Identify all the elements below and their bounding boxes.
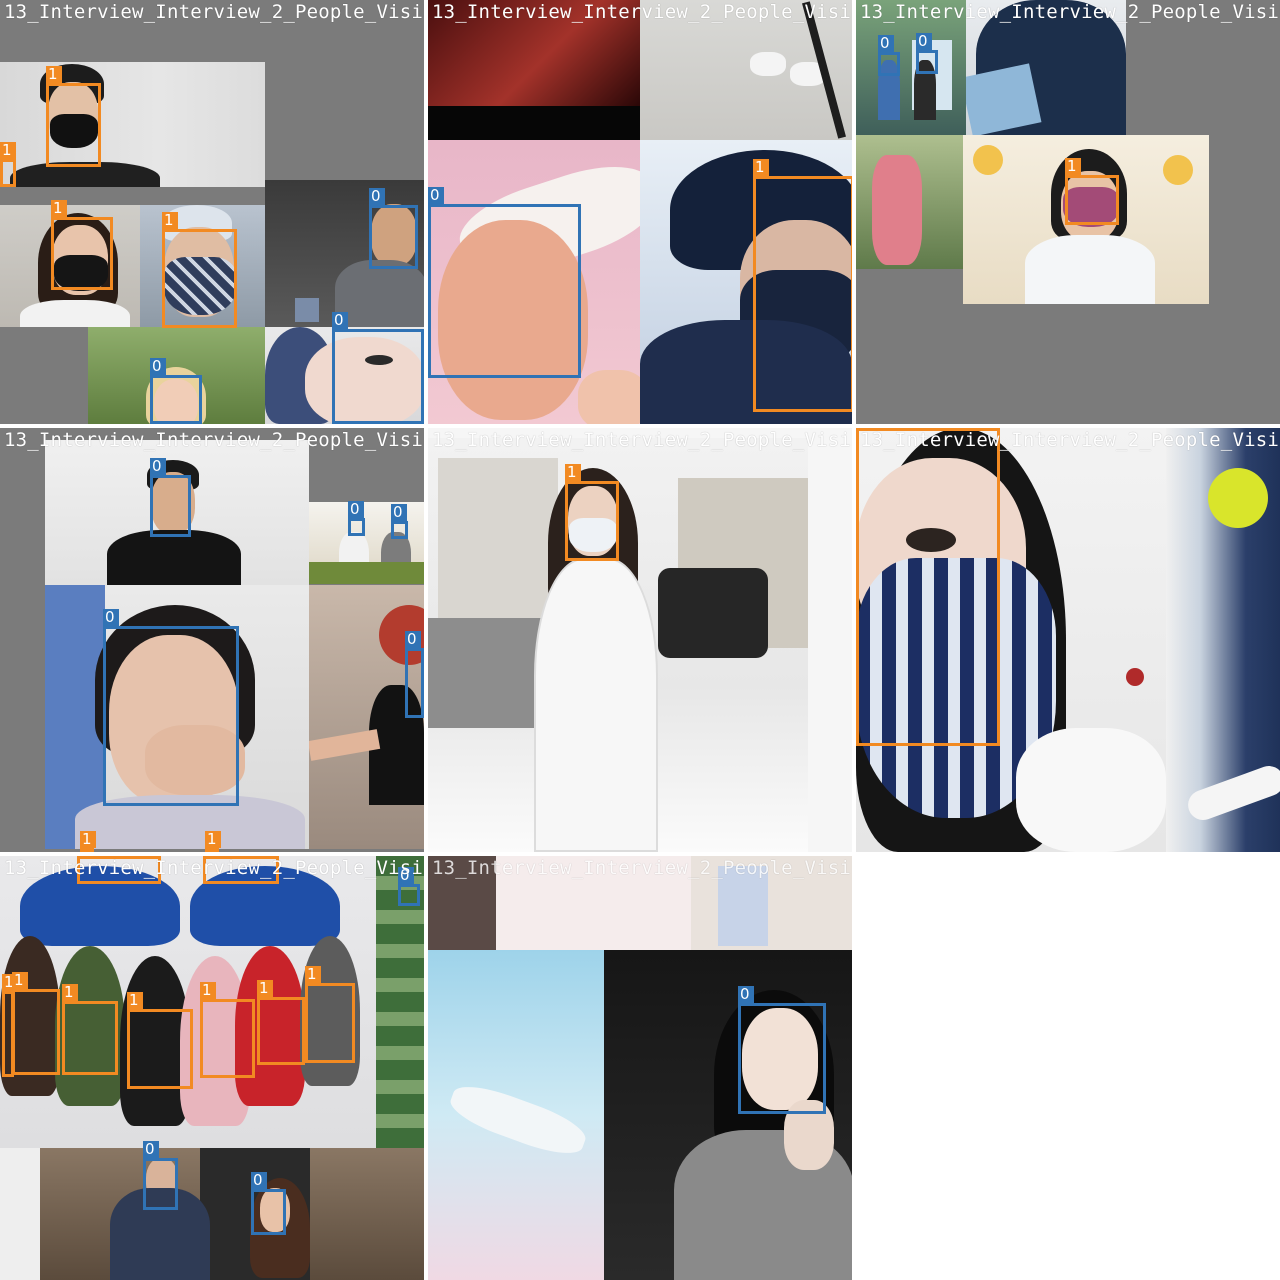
photo-woman-night — [604, 950, 852, 1280]
photo-underwater — [428, 950, 604, 1280]
label-masked: 1 — [80, 831, 96, 848]
photo-royal-couple — [40, 1148, 424, 1280]
label-face: 0 — [150, 358, 166, 375]
tile-caption: 13_Interview_Interview_2_People_Visible_ — [860, 429, 1280, 451]
label-face: 0 — [391, 504, 407, 521]
label-masked: 1 — [51, 200, 67, 217]
mosaic-tile-5: 13_Interview_Interview_2_People_Visible_… — [428, 428, 852, 852]
tile-caption: 13_Interview_Interview_2_People_Visible_ — [4, 857, 424, 879]
photo-black-strip — [428, 106, 640, 140]
mosaic-tile-3: 13_Interview_Interview_2_People_Visible_… — [856, 0, 1280, 424]
label-masked: 1 — [127, 992, 143, 1009]
label-masked: 1 — [1065, 158, 1081, 175]
mosaic-tile-8: 13_Interview_Interview_2_People_Visible_… — [428, 856, 852, 1280]
mosaic-tile-6: 13_Interview_Interview_2_People_Visible_… — [856, 428, 1280, 852]
tile-caption: 13_Interview_Interview_2_People_Visible_ — [432, 857, 852, 879]
label-masked: 1 — [753, 159, 769, 176]
label-face: 0 — [332, 312, 348, 329]
photo-pink-hand — [856, 135, 963, 269]
label-masked: 1 — [565, 464, 581, 481]
label-masked: 1 — [46, 66, 62, 83]
tile-caption: 13_Interview_Interview_2_People_Visible_ — [4, 429, 424, 451]
label-masked: 1 — [62, 984, 78, 1001]
mosaic-tile-2: 13_Interview_Interview_2_People_Visible_… — [428, 0, 852, 424]
tile-caption: 13_Interview_Interview_2_People_Visible_ — [860, 1, 1280, 23]
label-face: 0 — [143, 1141, 159, 1158]
label-masked: 1 — [305, 966, 321, 983]
label-face: 0 — [916, 33, 932, 50]
label-face: 0 — [348, 501, 364, 518]
photo-tennis-ball — [1166, 428, 1280, 852]
label-face: 0 — [738, 986, 754, 1003]
label-face: 0 — [878, 35, 894, 52]
label-face: 0 — [251, 1172, 267, 1189]
label-face: 0 — [369, 188, 385, 205]
mosaic-tile-4: 13_Interview_Interview_2_People_Visible_… — [0, 428, 424, 852]
label-masked: 1 — [162, 212, 178, 229]
label-face: 0 — [103, 609, 119, 626]
tile-caption: 13_Interview_Interview_2_People_Visible_ — [432, 429, 852, 451]
label-masked: 1 — [205, 831, 221, 848]
label-masked: 1 — [0, 142, 16, 159]
label-masked: 1 — [257, 980, 273, 997]
tile-caption: 13_Interview_Interview_2_People_Visible_ — [4, 1, 424, 23]
label-face: 0 — [150, 458, 166, 475]
label-masked: 1 — [12, 972, 28, 989]
label-masked: 1 — [200, 982, 216, 999]
mosaic-tile-1: 13_Interview_Interview_2_People_Visible_… — [0, 0, 424, 424]
mosaic-tile-7: 13_Interview_Interview_2_People_Visible_… — [0, 856, 424, 1280]
label-face: 0 — [405, 631, 421, 648]
label-face: 0 — [428, 187, 444, 204]
tile-caption: 13_Interview_Interview_2_People_Visible_ — [432, 1, 852, 23]
empty-cell — [856, 856, 1280, 1280]
photo-masked-man — [0, 62, 265, 187]
